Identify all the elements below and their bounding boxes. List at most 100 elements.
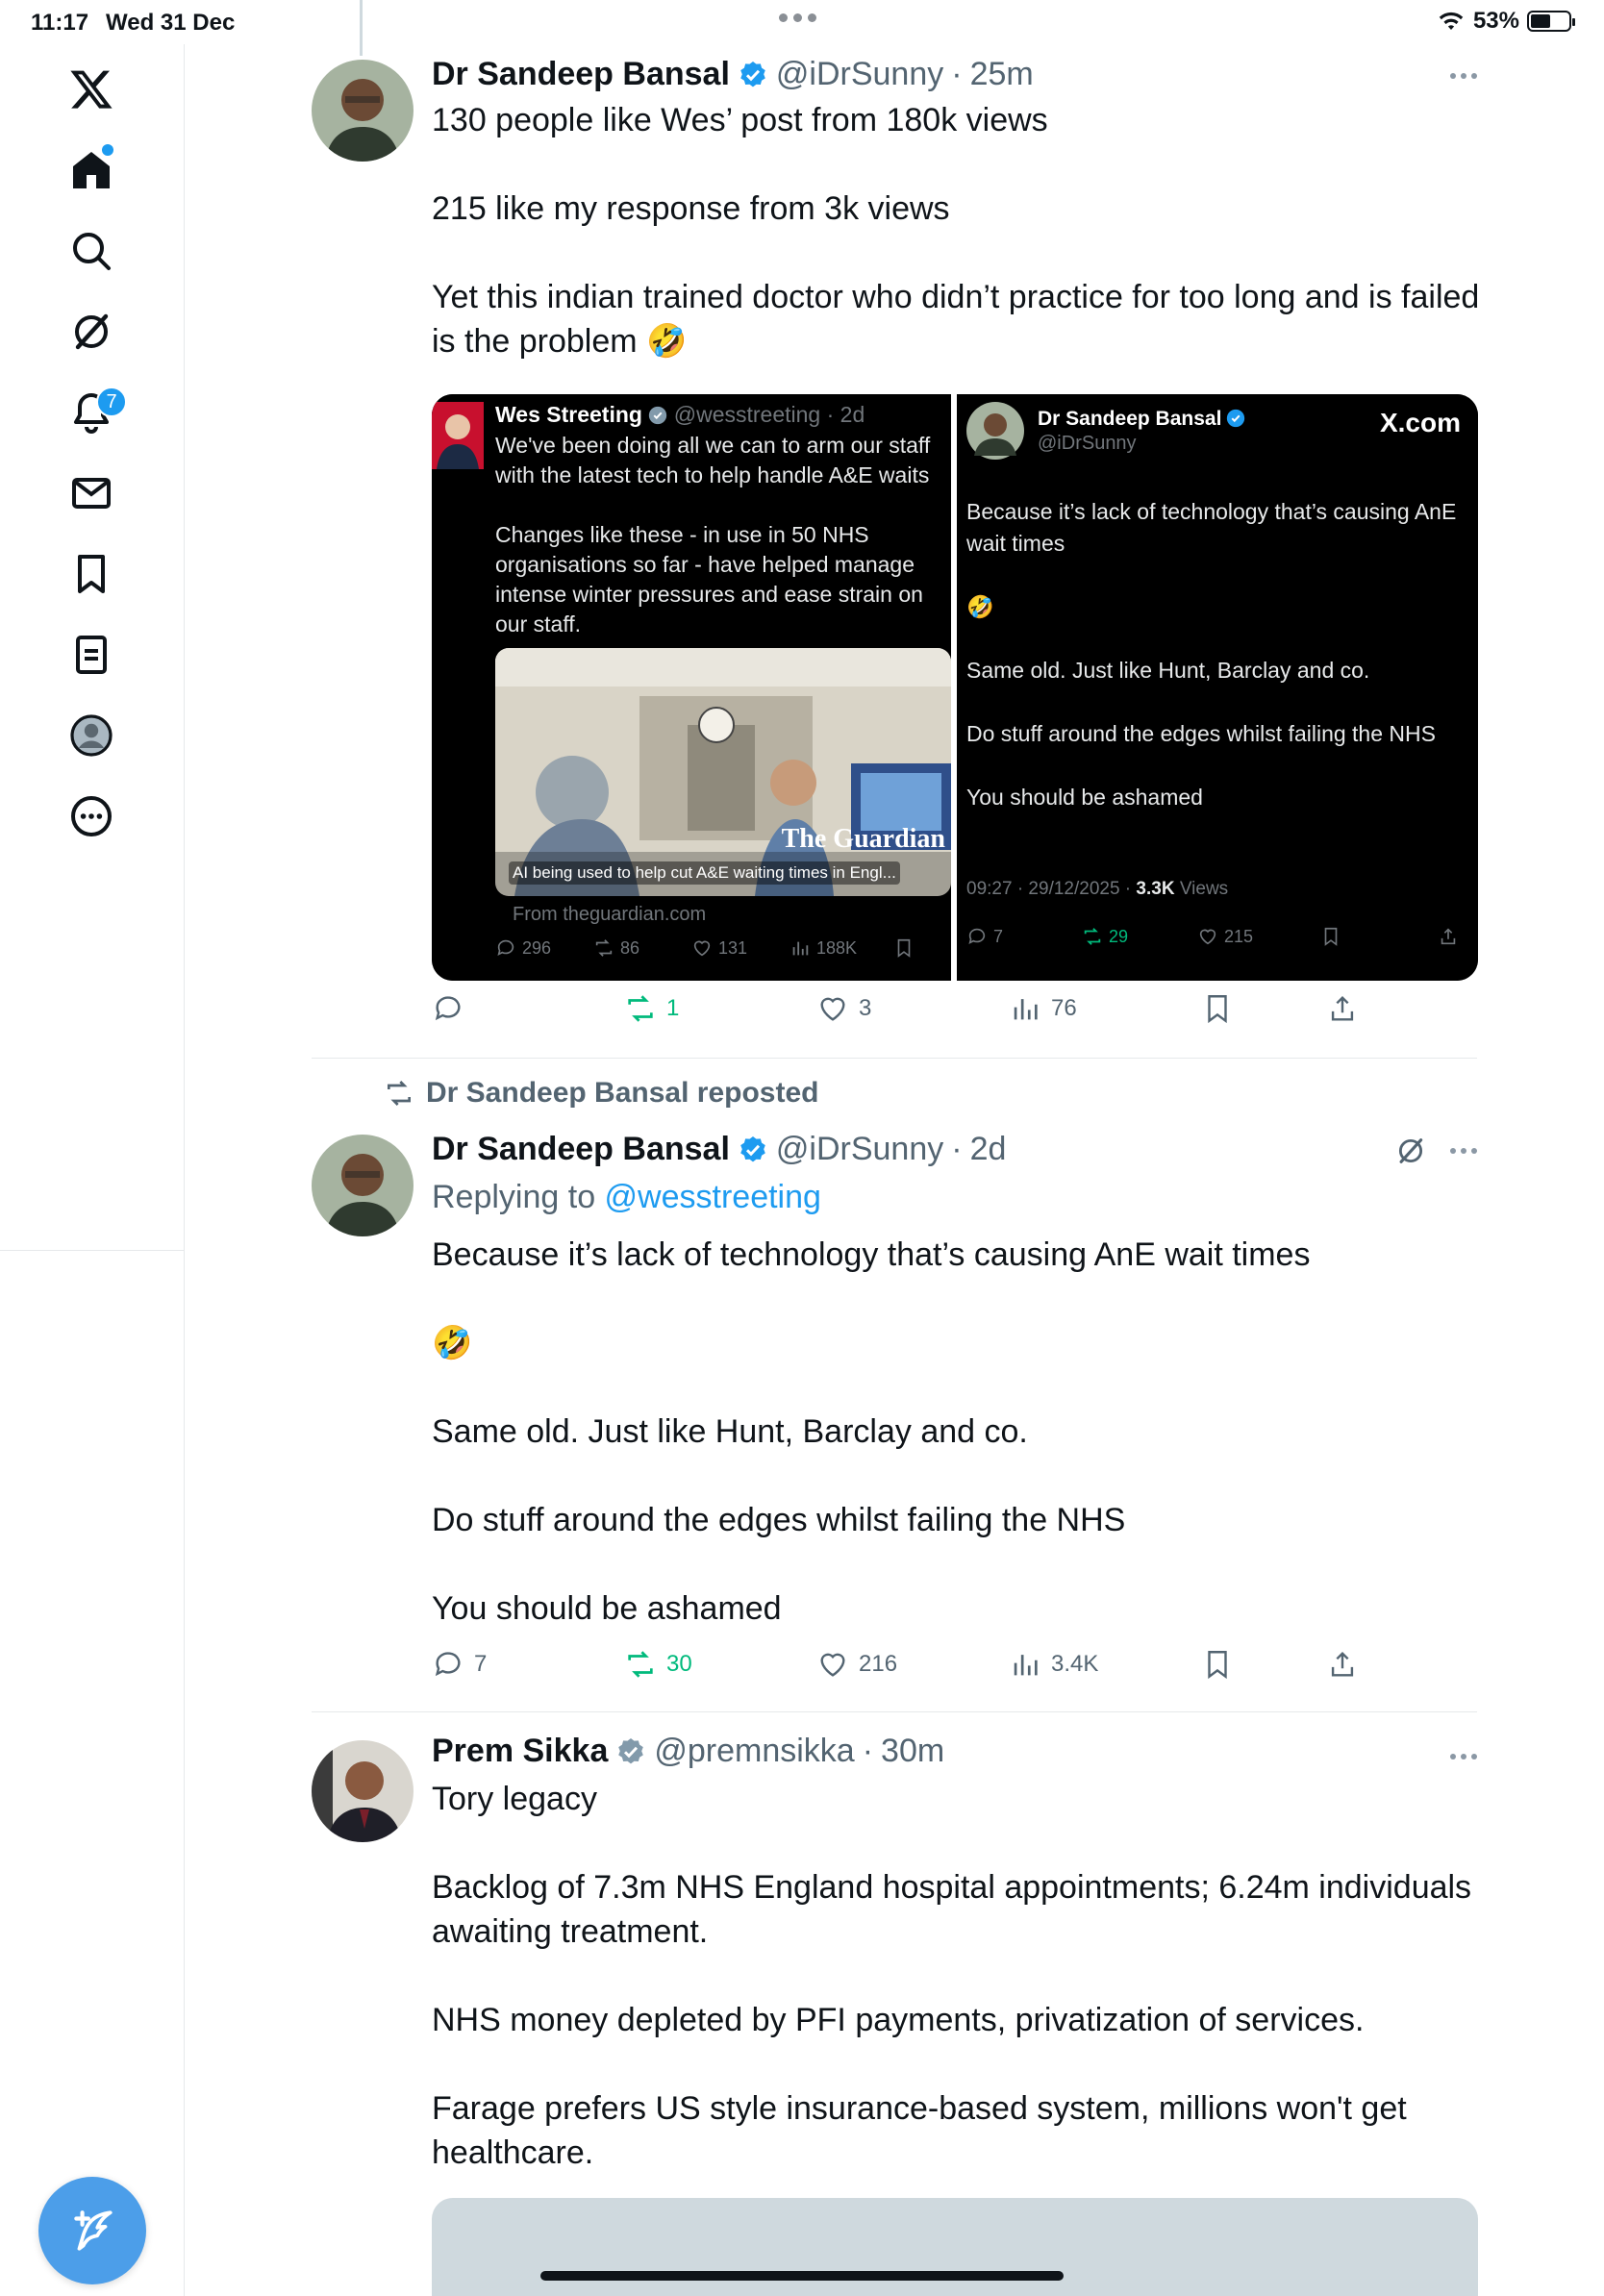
notifications-bell-icon[interactable]: 7 bbox=[63, 385, 127, 440]
author-name[interactable]: Dr Sandeep Bansal bbox=[432, 1131, 730, 1168]
xcom-brand: X.com bbox=[1379, 408, 1461, 437]
post[interactable]: Dr Sandeep Bansal @iDrSunny · 25m 130 pe… bbox=[312, 56, 1480, 1056]
reply-author-name: Dr Sandeep Bansal bbox=[1038, 408, 1222, 430]
repost-label[interactable]: Dr Sandeep Bansal reposted bbox=[426, 1077, 818, 1110]
x-logo-icon[interactable] bbox=[63, 62, 119, 117]
messages-envelope-icon[interactable] bbox=[63, 465, 119, 521]
heart-icon bbox=[693, 940, 711, 957]
bookmark-icon bbox=[1208, 995, 1227, 1024]
notifications-badge: 7 bbox=[96, 387, 127, 417]
views-icon bbox=[792, 941, 809, 956]
like-button[interactable]: 216 bbox=[816, 1648, 897, 1681]
views-count: 3.4K bbox=[1051, 1651, 1099, 1677]
repost-indicator: Dr Sandeep Bansal reposted bbox=[384, 1077, 818, 1110]
sidebar: 7 bbox=[0, 44, 185, 2296]
reply-likes: 215 bbox=[1197, 926, 1253, 947]
status-bar: 11:17 Wed 31 Dec 53% bbox=[0, 0, 1604, 44]
repost-icon bbox=[628, 1651, 653, 1678]
share-button[interactable] bbox=[1326, 992, 1359, 1025]
post-header: Prem Sikka @premnsikka · 30m bbox=[432, 1733, 944, 1770]
wes-dot: · bbox=[826, 402, 835, 427]
reply-reposts-count: 29 bbox=[1109, 926, 1129, 946]
post-more-icon[interactable] bbox=[1450, 1754, 1477, 1759]
bookmark-button[interactable] bbox=[1201, 1648, 1234, 1681]
author-name[interactable]: Prem Sikka bbox=[432, 1733, 608, 1770]
repost-small-icon bbox=[388, 1081, 411, 1106]
reply-share-icon bbox=[1438, 926, 1459, 947]
bookmarks-icon[interactable] bbox=[63, 546, 119, 602]
grok-icon[interactable] bbox=[63, 304, 119, 360]
wes-text: We've been doing all we can to arm our s… bbox=[495, 433, 931, 636]
avatar[interactable] bbox=[312, 60, 414, 162]
share-button[interactable] bbox=[1326, 1648, 1359, 1681]
more-options-icon[interactable] bbox=[63, 788, 119, 844]
search-icon[interactable] bbox=[63, 223, 119, 279]
repost-icon bbox=[1084, 928, 1101, 945]
post[interactable]: Dr Sandeep Bansal reposted Dr Sandeep Ba… bbox=[312, 1067, 1477, 1702]
post-time[interactable]: 25m bbox=[970, 56, 1034, 93]
avatar[interactable] bbox=[312, 1135, 414, 1236]
repost-button[interactable]: 30 bbox=[624, 1648, 692, 1681]
wes-handle: @wesstreeting bbox=[673, 402, 821, 427]
home-unread-dot bbox=[102, 144, 113, 156]
like-count: 3 bbox=[859, 995, 872, 1021]
post-actions: 1 3 76 bbox=[432, 992, 1480, 1031]
replying-to-prefix: Replying to bbox=[432, 1179, 605, 1215]
post-text: Because it’s lack of technology that’s c… bbox=[432, 1236, 1311, 1627]
wes-time: 2d bbox=[840, 402, 865, 427]
reply-header: Dr Sandeep Bansal @iDrSunny bbox=[1038, 408, 1245, 455]
reply-screenshot-text: Because it’s lack of technology that’s c… bbox=[966, 499, 1457, 810]
wes-bookmark-icon bbox=[893, 937, 915, 959]
like-button[interactable]: 3 bbox=[816, 992, 871, 1025]
wes-reposts-count: 86 bbox=[620, 937, 640, 958]
heart-icon bbox=[820, 997, 845, 1021]
views-button[interactable]: 76 bbox=[1009, 992, 1077, 1025]
wes-replies: 296 bbox=[495, 937, 551, 959]
avatar[interactable] bbox=[312, 1740, 414, 1842]
hospital-photo bbox=[495, 648, 951, 896]
replying-to-link[interactable]: @wesstreeting bbox=[605, 1179, 821, 1215]
post-time[interactable]: 2d bbox=[970, 1131, 1007, 1168]
author-handle[interactable]: @iDrSunny bbox=[776, 1131, 943, 1168]
post-time[interactable]: 30m bbox=[881, 1733, 944, 1770]
reply-author-avatar bbox=[966, 402, 1024, 460]
quoted-reply-screenshot: Dr Sandeep Bansal @iDrSunny X.com Becaus… bbox=[957, 394, 1478, 981]
profile-avatar-icon[interactable] bbox=[63, 708, 119, 763]
lists-icon[interactable] bbox=[63, 627, 119, 683]
post-divider bbox=[312, 1058, 1477, 1059]
sidebar-divider bbox=[0, 1250, 185, 1251]
author-handle[interactable]: @iDrSunny bbox=[776, 56, 943, 93]
wes-replies-count: 296 bbox=[522, 937, 552, 958]
reply-author-handle: @iDrSunny bbox=[1038, 433, 1137, 454]
post-header: Dr Sandeep Bansal @iDrSunny · 2d bbox=[432, 1131, 1006, 1168]
article-caption: AI being used to help cut A&E waiting ti… bbox=[509, 861, 900, 885]
home-indicator[interactable] bbox=[540, 2271, 1064, 2281]
wes-views: 188K bbox=[789, 937, 857, 959]
article-source: From theguardian.com bbox=[513, 904, 707, 925]
wifi-icon bbox=[1439, 12, 1464, 30]
author-handle[interactable]: @premnsikka bbox=[654, 1733, 854, 1770]
like-count: 216 bbox=[859, 1651, 898, 1677]
reply-button[interactable] bbox=[432, 992, 474, 1025]
views-count: 76 bbox=[1051, 995, 1077, 1021]
repost-count: 1 bbox=[666, 995, 680, 1021]
home-icon[interactable] bbox=[63, 142, 119, 198]
bookmark-button[interactable] bbox=[1201, 992, 1234, 1025]
attached-image[interactable]: Wes Streeting @wesstreeting · 2d We've b… bbox=[432, 394, 1478, 981]
verified-badge-gray-icon bbox=[618, 1737, 644, 1763]
reply-timestamp: 09:27 · 29/12/2025 · bbox=[966, 879, 1137, 899]
post-more-icon[interactable] bbox=[1450, 73, 1477, 79]
post-text: 130 people like Wes’ post from 180k view… bbox=[432, 102, 1480, 360]
grok-icon[interactable] bbox=[1394, 1135, 1427, 1167]
compose-post-button[interactable] bbox=[38, 2177, 146, 2284]
reply-button[interactable]: 7 bbox=[432, 1648, 487, 1681]
repost-button[interactable]: 1 bbox=[624, 992, 679, 1025]
views-icon bbox=[1014, 1655, 1038, 1676]
views-button[interactable]: 3.4K bbox=[1009, 1648, 1098, 1681]
post-media-loading[interactable] bbox=[432, 2198, 1478, 2296]
reply-icon bbox=[435, 1652, 461, 1677]
multitasking-dots-icon[interactable] bbox=[779, 13, 816, 22]
author-name[interactable]: Dr Sandeep Bansal bbox=[432, 56, 730, 93]
post-more-icon[interactable] bbox=[1450, 1148, 1477, 1154]
reply-replies-count: 7 bbox=[993, 926, 1004, 946]
